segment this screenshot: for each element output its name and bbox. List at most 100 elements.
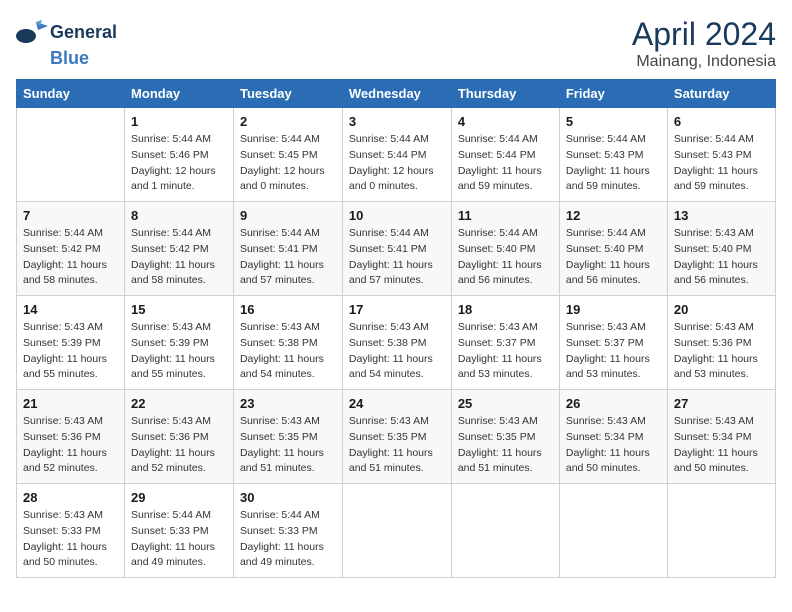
calendar-cell: 24 Sunrise: 5:43 AM Sunset: 5:35 PM Dayli… — [342, 390, 451, 484]
calendar-cell: 11Sunrise: 5:44 AM Sunset: 5:40 PM Dayli… — [451, 202, 559, 296]
day-number: 7 — [23, 208, 118, 223]
calendar-cell: 10 Sunrise: 5:44 AM Sunset: 5:41 PM Dayli… — [342, 202, 451, 296]
title-section: April 2024 Mainang, Indonesia — [632, 16, 776, 71]
day-detail: Sunrise: 5:44 AM Sunset: 5:33 PM Dayligh… — [240, 508, 336, 571]
calendar-cell: 21 Sunrise: 5:43 AM Sunset: 5:36 PM Dayli… — [17, 390, 125, 484]
day-detail: Sunrise: 5:43 AM Sunset: 5:34 PM Dayligh… — [566, 414, 661, 477]
day-detail: Sunrise: 5:43 AM Sunset: 5:34 PM Dayligh… — [674, 414, 769, 477]
day-number: 19 — [566, 302, 661, 317]
day-detail: Sunrise: 5:44 AM Sunset: 5:44 PM Dayligh… — [349, 132, 445, 195]
day-number: 14 — [23, 302, 118, 317]
logo-text-general: General — [50, 22, 117, 43]
calendar-cell: 17 Sunrise: 5:43 AM Sunset: 5:38 PM Dayli… — [342, 296, 451, 390]
calendar-cell: 29 Sunrise: 5:44 AM Sunset: 5:33 PM Dayli… — [125, 484, 234, 578]
day-detail: Sunrise: 5:43 AM Sunset: 5:33 PM Dayligh… — [23, 508, 118, 571]
day-detail: Sunrise: 5:44 AM Sunset: 5:33 PM Dayligh… — [131, 508, 227, 571]
weekday-header-thursday: Thursday — [451, 80, 559, 108]
weekday-header-friday: Friday — [559, 80, 667, 108]
logo-text-blue: Blue — [50, 48, 89, 69]
calendar-cell: 8 Sunrise: 5:44 AM Sunset: 5:42 PM Daylig… — [125, 202, 234, 296]
day-number: 18 — [458, 302, 553, 317]
calendar-cell — [667, 484, 775, 578]
day-detail: Sunrise: 5:43 AM Sunset: 5:36 PM Dayligh… — [23, 414, 118, 477]
calendar-cell: 13Sunrise: 5:43 AM Sunset: 5:40 PM Dayli… — [667, 202, 775, 296]
day-detail: Sunrise: 5:44 AM Sunset: 5:43 PM Dayligh… — [566, 132, 661, 195]
weekday-header-tuesday: Tuesday — [233, 80, 342, 108]
day-number: 17 — [349, 302, 445, 317]
calendar-cell: 15 Sunrise: 5:43 AM Sunset: 5:39 PM Dayli… — [125, 296, 234, 390]
day-number: 23 — [240, 396, 336, 411]
day-detail: Sunrise: 5:44 AM Sunset: 5:44 PM Dayligh… — [458, 132, 553, 195]
day-detail: Sunrise: 5:44 AM Sunset: 5:46 PM Dayligh… — [131, 132, 227, 195]
calendar-cell: 7 Sunrise: 5:44 AM Sunset: 5:42 PM Daylig… — [17, 202, 125, 296]
weekday-header-monday: Monday — [125, 80, 234, 108]
calendar-cell: 30 Sunrise: 5:44 AM Sunset: 5:33 PM Dayli… — [233, 484, 342, 578]
calendar-week-5: 28 Sunrise: 5:43 AM Sunset: 5:33 PM Dayli… — [17, 484, 776, 578]
calendar-header: SundayMondayTuesdayWednesdayThursdayFrid… — [17, 80, 776, 108]
calendar-week-3: 14 Sunrise: 5:43 AM Sunset: 5:39 PM Dayli… — [17, 296, 776, 390]
day-number: 26 — [566, 396, 661, 411]
day-number: 10 — [349, 208, 445, 223]
day-number: 30 — [240, 490, 336, 505]
weekday-header-sunday: Sunday — [17, 80, 125, 108]
day-detail: Sunrise: 5:44 AM Sunset: 5:42 PM Dayligh… — [23, 226, 118, 289]
day-number: 13 — [674, 208, 769, 223]
day-detail: Sunrise: 5:43 AM Sunset: 5:37 PM Dayligh… — [458, 320, 553, 383]
day-detail: Sunrise: 5:43 AM Sunset: 5:39 PM Dayligh… — [23, 320, 118, 383]
day-number: 22 — [131, 396, 227, 411]
calendar-cell: 9Sunrise: 5:44 AM Sunset: 5:41 PM Daylig… — [233, 202, 342, 296]
day-detail: Sunrise: 5:44 AM Sunset: 5:45 PM Dayligh… — [240, 132, 336, 195]
day-number: 6 — [674, 114, 769, 129]
day-number: 21 — [23, 396, 118, 411]
day-detail: Sunrise: 5:43 AM Sunset: 5:35 PM Dayligh… — [349, 414, 445, 477]
day-number: 28 — [23, 490, 118, 505]
day-number: 1 — [131, 114, 227, 129]
calendar-cell: 14 Sunrise: 5:43 AM Sunset: 5:39 PM Dayli… — [17, 296, 125, 390]
calendar-cell: 5 Sunrise: 5:44 AM Sunset: 5:43 PM Daylig… — [559, 108, 667, 202]
day-detail: Sunrise: 5:43 AM Sunset: 5:36 PM Dayligh… — [131, 414, 227, 477]
day-detail: Sunrise: 5:44 AM Sunset: 5:40 PM Dayligh… — [566, 226, 661, 289]
calendar-week-2: 7 Sunrise: 5:44 AM Sunset: 5:42 PM Daylig… — [17, 202, 776, 296]
calendar-week-4: 21 Sunrise: 5:43 AM Sunset: 5:36 PM Dayli… — [17, 390, 776, 484]
calendar-cell — [451, 484, 559, 578]
calendar-cell: 26 Sunrise: 5:43 AM Sunset: 5:34 PM Dayli… — [559, 390, 667, 484]
day-detail: Sunrise: 5:43 AM Sunset: 5:35 PM Dayligh… — [240, 414, 336, 477]
day-detail: Sunrise: 5:44 AM Sunset: 5:42 PM Dayligh… — [131, 226, 227, 289]
location-title: Mainang, Indonesia — [632, 53, 776, 71]
day-number: 5 — [566, 114, 661, 129]
calendar-table: SundayMondayTuesdayWednesdayThursdayFrid… — [16, 79, 776, 578]
weekday-row: SundayMondayTuesdayWednesdayThursdayFrid… — [17, 80, 776, 108]
month-title: April 2024 — [632, 16, 776, 53]
weekday-header-wednesday: Wednesday — [342, 80, 451, 108]
calendar-cell: 25Sunrise: 5:43 AM Sunset: 5:35 PM Dayli… — [451, 390, 559, 484]
logo-container: General Blue — [16, 16, 117, 69]
calendar-cell: 2 Sunrise: 5:44 AM Sunset: 5:45 PM Daylig… — [233, 108, 342, 202]
day-detail: Sunrise: 5:44 AM Sunset: 5:41 PM Dayligh… — [349, 226, 445, 289]
calendar-cell: 20Sunrise: 5:43 AM Sunset: 5:36 PM Dayli… — [667, 296, 775, 390]
calendar-cell: 22 Sunrise: 5:43 AM Sunset: 5:36 PM Dayli… — [125, 390, 234, 484]
day-number: 24 — [349, 396, 445, 411]
calendar-cell: 23 Sunrise: 5:43 AM Sunset: 5:35 PM Dayli… — [233, 390, 342, 484]
day-number: 15 — [131, 302, 227, 317]
day-number: 11 — [458, 208, 553, 223]
logo-bird-icon — [16, 16, 48, 48]
day-number: 27 — [674, 396, 769, 411]
day-number: 29 — [131, 490, 227, 505]
day-number: 9 — [240, 208, 336, 223]
calendar-cell: 4 Sunrise: 5:44 AM Sunset: 5:44 PM Daylig… — [451, 108, 559, 202]
day-number: 4 — [458, 114, 553, 129]
day-number: 16 — [240, 302, 336, 317]
calendar-cell: 27 Sunrise: 5:43 AM Sunset: 5:34 PM Dayli… — [667, 390, 775, 484]
calendar-cell: 19Sunrise: 5:43 AM Sunset: 5:37 PM Dayli… — [559, 296, 667, 390]
logo: General Blue — [16, 16, 117, 69]
calendar-cell: 6Sunrise: 5:44 AM Sunset: 5:43 PM Daylig… — [667, 108, 775, 202]
calendar-week-1: 1 Sunrise: 5:44 AM Sunset: 5:46 PM Daylig… — [17, 108, 776, 202]
day-number: 8 — [131, 208, 227, 223]
calendar-body: 1 Sunrise: 5:44 AM Sunset: 5:46 PM Daylig… — [17, 108, 776, 578]
day-detail: Sunrise: 5:43 AM Sunset: 5:39 PM Dayligh… — [131, 320, 227, 383]
day-number: 2 — [240, 114, 336, 129]
calendar-cell: 12Sunrise: 5:44 AM Sunset: 5:40 PM Dayli… — [559, 202, 667, 296]
day-detail: Sunrise: 5:43 AM Sunset: 5:36 PM Dayligh… — [674, 320, 769, 383]
day-number: 3 — [349, 114, 445, 129]
day-detail: Sunrise: 5:43 AM Sunset: 5:38 PM Dayligh… — [349, 320, 445, 383]
